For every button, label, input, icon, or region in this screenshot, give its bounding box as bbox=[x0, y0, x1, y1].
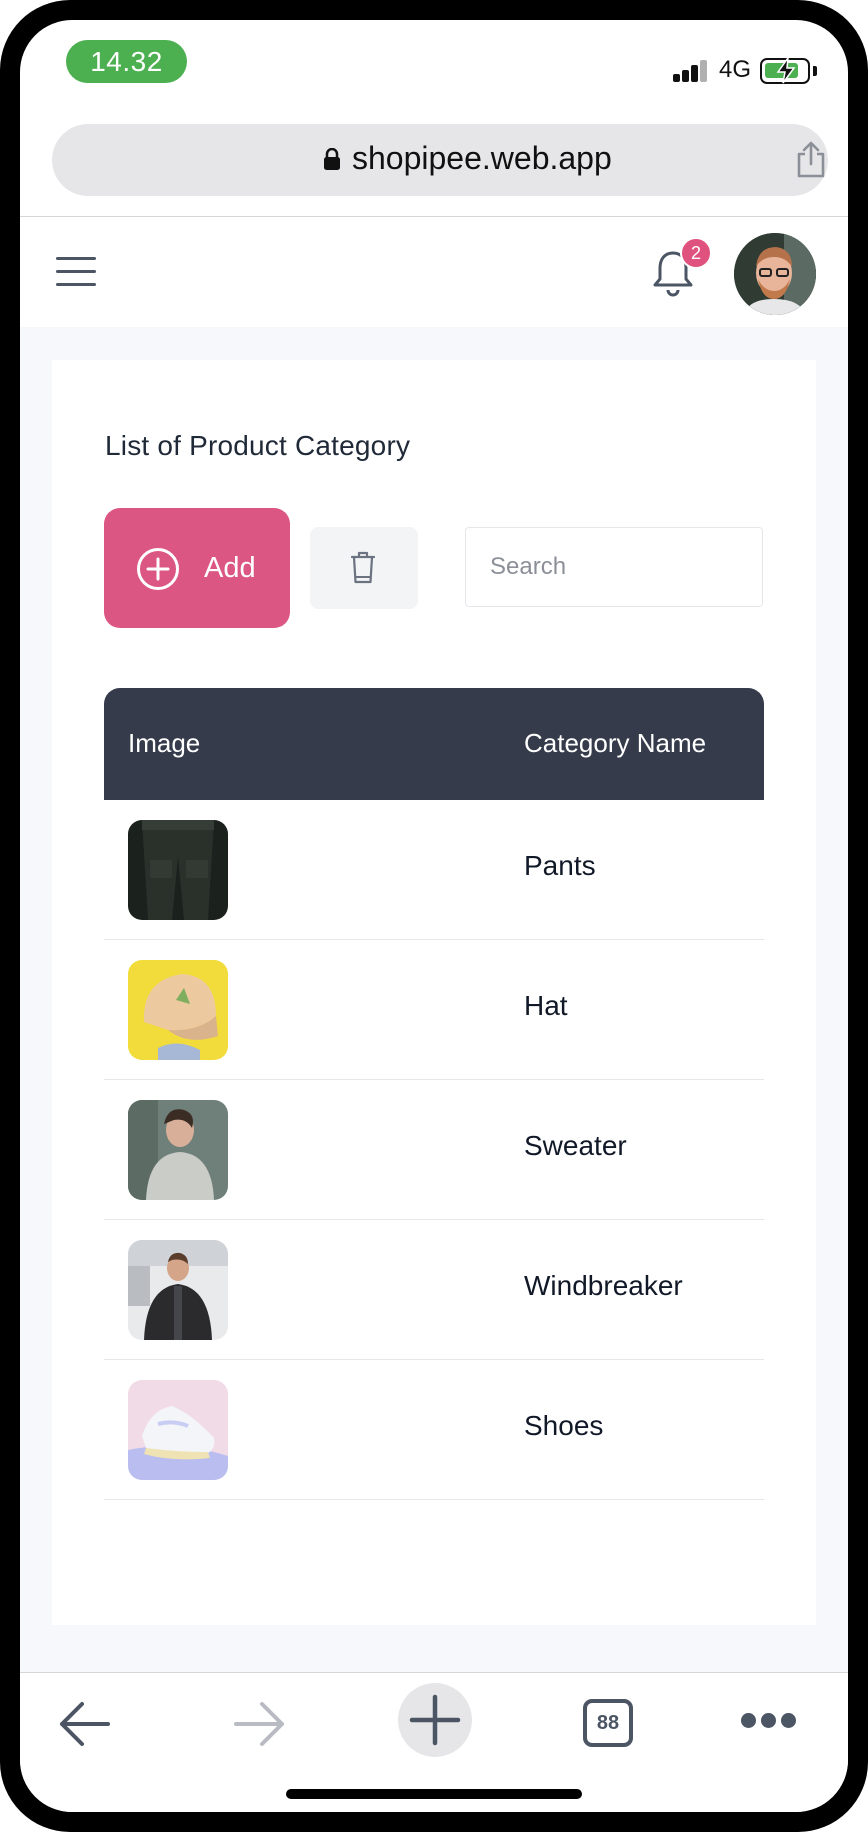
table-row[interactable]: Sweater bbox=[104, 1080, 764, 1220]
status-bar: 14.32 4G bbox=[20, 20, 848, 110]
plus-circle-icon bbox=[137, 548, 179, 590]
category-name: Pants bbox=[524, 850, 596, 881]
add-button[interactable]: Add bbox=[104, 508, 290, 628]
menu-icon[interactable] bbox=[56, 257, 96, 287]
pants-photo bbox=[128, 820, 228, 920]
page-title: List of Product Category bbox=[105, 430, 411, 461]
new-tab-button[interactable] bbox=[398, 1683, 472, 1757]
address-bar[interactable]: shopipee.web.app bbox=[52, 124, 828, 196]
plus-icon bbox=[409, 1694, 461, 1746]
delete-button[interactable] bbox=[310, 527, 418, 609]
column-header-image: Image bbox=[128, 728, 201, 758]
avatar[interactable] bbox=[734, 233, 816, 315]
notification-badge: 2 bbox=[680, 237, 712, 269]
more-icon[interactable] bbox=[741, 1713, 797, 1729]
column-header-category-name: Category Name bbox=[524, 728, 707, 758]
table-row[interactable]: Hat bbox=[104, 940, 764, 1080]
battery-tip bbox=[813, 66, 817, 76]
back-arrow-icon[interactable] bbox=[58, 1701, 110, 1747]
phone-screen: 14.32 4G shopipee.web.app 2 List of Prod… bbox=[20, 20, 848, 1812]
category-name: Sweater bbox=[524, 1130, 627, 1161]
category-name: Windbreaker bbox=[524, 1270, 683, 1301]
shoes-photo bbox=[128, 1380, 228, 1480]
trash-icon bbox=[350, 551, 376, 584]
tabs-button[interactable]: 88 bbox=[583, 1699, 633, 1747]
share-icon[interactable] bbox=[794, 140, 828, 178]
add-button-label: Add bbox=[204, 552, 256, 584]
table-header: Image Category Name bbox=[104, 688, 764, 800]
table-row[interactable]: Windbreaker bbox=[104, 1220, 764, 1360]
sweater-photo bbox=[128, 1100, 228, 1200]
lock-icon bbox=[324, 148, 340, 170]
url-text[interactable]: shopipee.web.app bbox=[352, 140, 612, 177]
category-name: Hat bbox=[524, 990, 568, 1021]
home-indicator bbox=[286, 1789, 582, 1799]
battery-icon bbox=[760, 57, 810, 84]
table-row[interactable]: Pants bbox=[104, 800, 764, 940]
search-input[interactable] bbox=[465, 527, 763, 607]
app-header: 2 bbox=[20, 217, 848, 327]
signal-icon bbox=[673, 60, 709, 82]
status-time: 14.32 bbox=[66, 40, 187, 83]
forward-arrow-icon[interactable] bbox=[234, 1701, 286, 1747]
windbreaker-photo bbox=[128, 1240, 228, 1340]
hat-photo bbox=[128, 960, 228, 1060]
table-row[interactable]: Shoes bbox=[104, 1360, 764, 1500]
category-name: Shoes bbox=[524, 1410, 604, 1441]
network-type: 4G bbox=[719, 56, 752, 83]
